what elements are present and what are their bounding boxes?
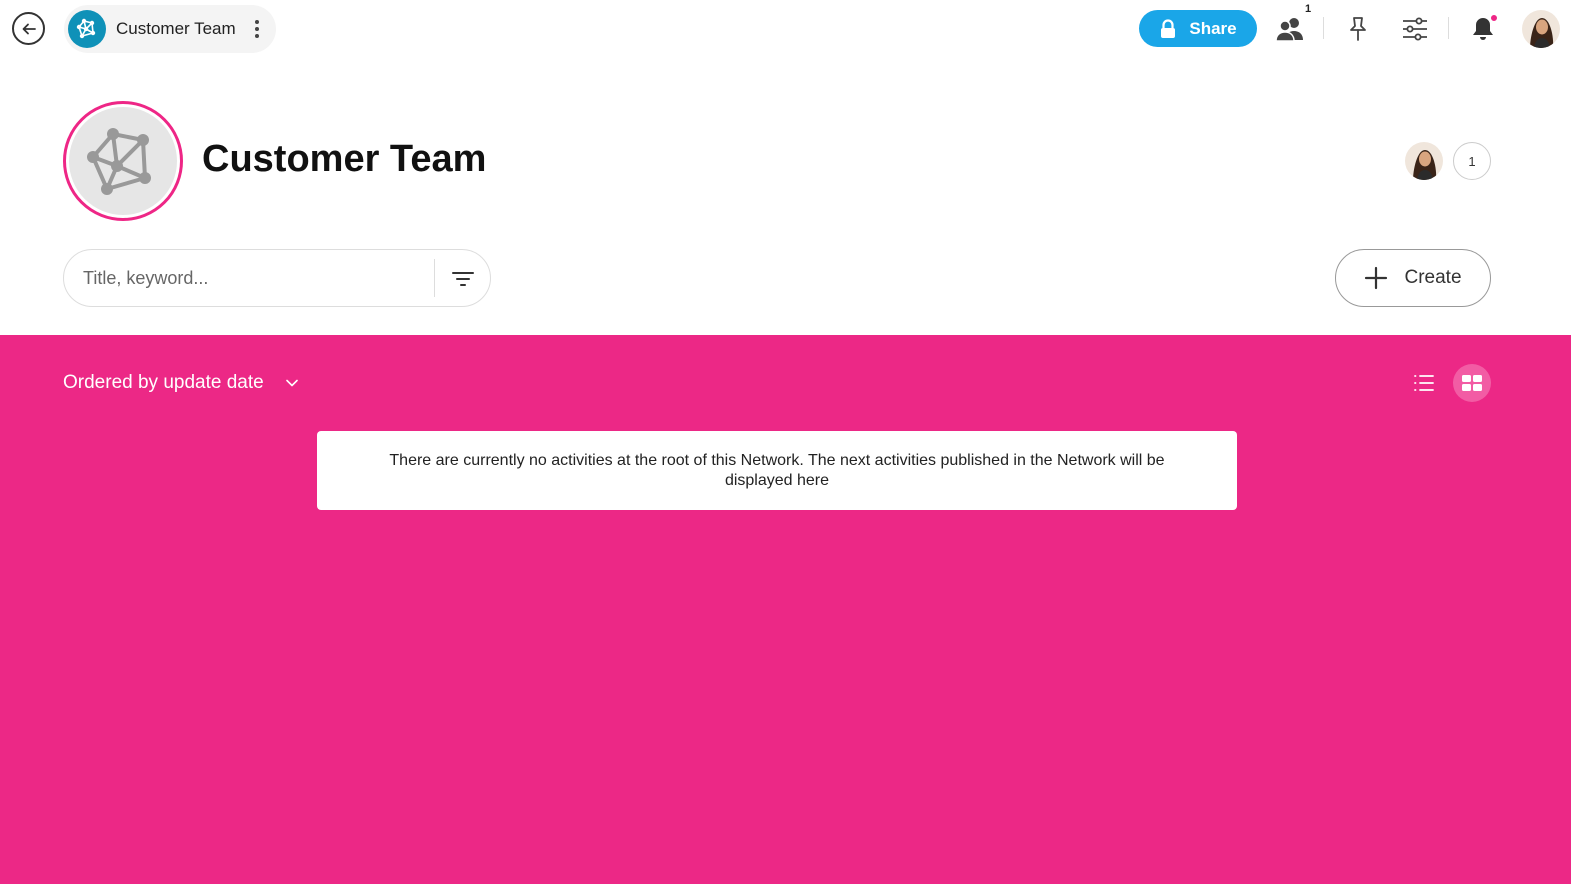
breadcrumb-title[interactable]: Customer Team [116,19,236,39]
share-button[interactable]: Share [1139,10,1257,47]
member-avatar[interactable] [1405,142,1443,180]
members-icon [1275,18,1303,42]
user-portrait-icon [1405,142,1443,180]
order-dropdown[interactable]: Ordered by update date [63,372,298,394]
group-logo [63,101,183,221]
plus-icon [1365,266,1388,290]
pin-icon [1350,17,1366,41]
list-view-button[interactable] [1407,366,1441,400]
notification-dot-icon [1490,14,1498,22]
lock-icon [1161,18,1176,38]
empty-state-message: There are currently no activities at the… [317,431,1237,510]
order-label: Ordered by update date [63,372,264,393]
toolbar-divider [1323,17,1324,39]
filter-button[interactable] [446,262,480,296]
members-count-badge: 1 [1305,3,1312,15]
top-bar: Customer Team Share 1 [0,0,1571,58]
breadcrumb: Customer Team [64,5,276,53]
user-portrait-icon [1522,10,1560,48]
back-button[interactable] [12,12,45,45]
create-button[interactable]: Create [1335,249,1491,307]
grid-view-button[interactable] [1453,364,1491,402]
list-icon [1414,375,1434,391]
member-count-button[interactable]: 1 [1453,142,1491,180]
pin-button[interactable] [1341,12,1375,46]
kebab-dot-icon [254,27,259,31]
network-logo-icon[interactable] [68,10,106,48]
filter-icon [452,272,474,286]
search-bar [63,249,491,307]
toolbar-divider [1448,17,1449,39]
kebab-dot-icon [254,20,259,24]
network-graph-icon [69,107,177,215]
sliders-icon [1403,17,1427,41]
share-label: Share [1189,18,1237,38]
arrow-left-icon [22,23,36,34]
create-label: Create [1404,267,1462,288]
chevron-down-icon [285,379,298,387]
settings-button[interactable] [1398,12,1432,46]
members-button[interactable] [1273,12,1307,46]
more-options-button[interactable] [250,16,264,42]
grid-icon [1462,375,1482,391]
page-title: Customer Team [202,138,487,180]
search-divider [434,259,435,297]
empty-state-text: There are currently no activities at the… [389,451,1165,489]
activities-area: Ordered by update date There are current… [0,335,1571,884]
user-avatar[interactable] [1522,10,1560,48]
kebab-dot-icon [254,34,259,38]
search-input[interactable] [83,267,423,289]
